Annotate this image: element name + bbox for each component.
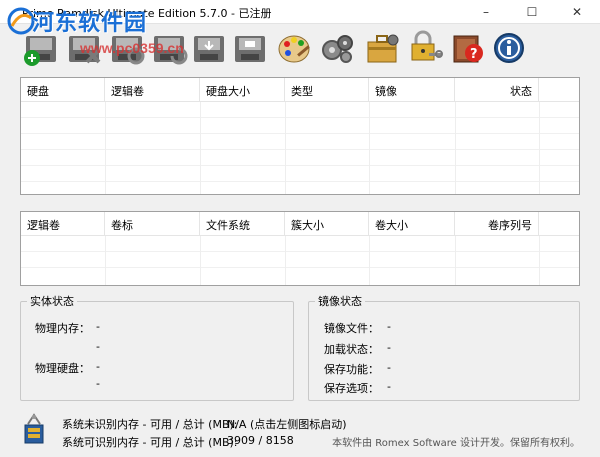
options-button[interactable]: [275, 28, 315, 68]
column-header-disk[interactable]: 硬盘: [21, 78, 105, 101]
image-file-label: 镜像文件：: [324, 322, 379, 335]
image-status-legend: 镜像状态: [318, 295, 362, 308]
maximize-button[interactable]: ☐: [509, 0, 555, 24]
copyright-text: 本软件由 Romex Software 设计开发。保留所有权利。: [332, 438, 580, 449]
column-header-image[interactable]: 镜像: [369, 78, 455, 101]
column-header-filler: [539, 78, 579, 101]
disk-refresh-icon: [154, 36, 188, 65]
column-header-volume-serial[interactable]: 卷序列号: [455, 212, 539, 235]
physical-disk-label: 物理硬盘：: [35, 362, 90, 375]
remove-disk-button[interactable]: [65, 28, 105, 68]
window-title: Primo Ramdisk Ultimate Edition 5.7.0 - 已…: [22, 7, 272, 20]
load-status-value: -: [387, 341, 391, 354]
unrecognized-memory-label: 系统未识别内存 - 可用 / 总计 (MB):: [62, 418, 238, 431]
title-bar: Primo Ramdisk Ultimate Edition 5.7.0 - 已…: [0, 0, 600, 24]
service-button[interactable]: [363, 28, 403, 68]
load-status-label: 加载状态：: [324, 343, 379, 356]
toolbar: ?: [0, 25, 600, 75]
about-button[interactable]: [490, 28, 530, 68]
volume-table[interactable]: 逻辑卷 卷标 文件系统 簇大小 卷大小 卷序列号: [20, 211, 580, 286]
recognized-memory-value: 3909 / 8158: [227, 434, 294, 447]
column-header-type[interactable]: 类型: [285, 78, 369, 101]
column-header-logical-volume[interactable]: 逻辑卷: [105, 78, 200, 101]
entity-status-legend: 实体状态: [30, 295, 74, 308]
column-header-logical-volume[interactable]: 逻辑卷: [21, 212, 105, 235]
tools-button[interactable]: [318, 28, 358, 68]
physical-disk-value-1: -: [96, 360, 100, 373]
svg-text:?: ?: [470, 47, 478, 62]
volume-table-body: [21, 236, 579, 285]
column-header-disk-size[interactable]: 硬盘大小: [200, 78, 285, 101]
physical-memory-value-2: -: [96, 340, 100, 353]
info-icon: [494, 33, 524, 63]
save-image-button[interactable]: [231, 28, 271, 68]
memory-tool-icon[interactable]: [22, 413, 46, 445]
column-header-file-system[interactable]: 文件系统: [200, 212, 285, 235]
physical-disk-value-2: -: [96, 377, 100, 390]
entity-status-group: 实体状态: [20, 293, 294, 401]
minimize-button[interactable]: –: [463, 0, 509, 24]
refresh-disk-button[interactable]: [150, 28, 190, 68]
save-options-label: 保存选项：: [324, 382, 379, 395]
save-function-label: 保存功能：: [324, 363, 379, 376]
disk-save-icon: [235, 36, 265, 62]
image-file-value: -: [387, 320, 391, 333]
disk-table-body: [21, 102, 579, 194]
disk-remove-icon: [69, 36, 101, 64]
column-header-filler: [539, 212, 579, 235]
disk-table-header: 硬盘 逻辑卷 硬盘大小 类型 镜像 状态: [21, 78, 579, 102]
column-header-volume-size[interactable]: 卷大小: [369, 212, 455, 235]
edit-disk-button[interactable]: [108, 28, 148, 68]
unrecognized-memory-value: N/A (点击左侧图标启动): [227, 418, 347, 431]
help-button[interactable]: ?: [448, 28, 488, 68]
toolbox-icon: [367, 34, 399, 63]
palette-icon: [278, 35, 310, 63]
column-header-status[interactable]: 状态: [455, 78, 539, 101]
load-image-button[interactable]: [190, 28, 230, 68]
disk-add-icon: [24, 36, 56, 66]
disk-edit-icon: [112, 36, 145, 65]
gears-icon: [322, 35, 353, 63]
disk-load-icon: [194, 36, 224, 62]
save-options-value: -: [387, 380, 391, 393]
register-button[interactable]: [405, 28, 445, 68]
column-header-volume-label[interactable]: 卷标: [105, 212, 200, 235]
volume-table-header: 逻辑卷 卷标 文件系统 簇大小 卷大小 卷序列号: [21, 212, 579, 236]
help-book-icon: ?: [453, 35, 483, 63]
create-disk-button[interactable]: [22, 28, 62, 68]
column-header-cluster-size[interactable]: 簇大小: [285, 212, 369, 235]
physical-memory-value-1: -: [96, 320, 100, 333]
physical-memory-label: 物理内存：: [35, 322, 90, 335]
save-function-value: -: [387, 361, 391, 374]
lock-key-icon: [411, 30, 443, 61]
recognized-memory-label: 系统可识别内存 - 可用 / 总计 (MB):: [62, 436, 238, 449]
close-button[interactable]: ✕: [554, 0, 600, 24]
disk-table[interactable]: 硬盘 逻辑卷 硬盘大小 类型 镜像 状态: [20, 77, 580, 195]
